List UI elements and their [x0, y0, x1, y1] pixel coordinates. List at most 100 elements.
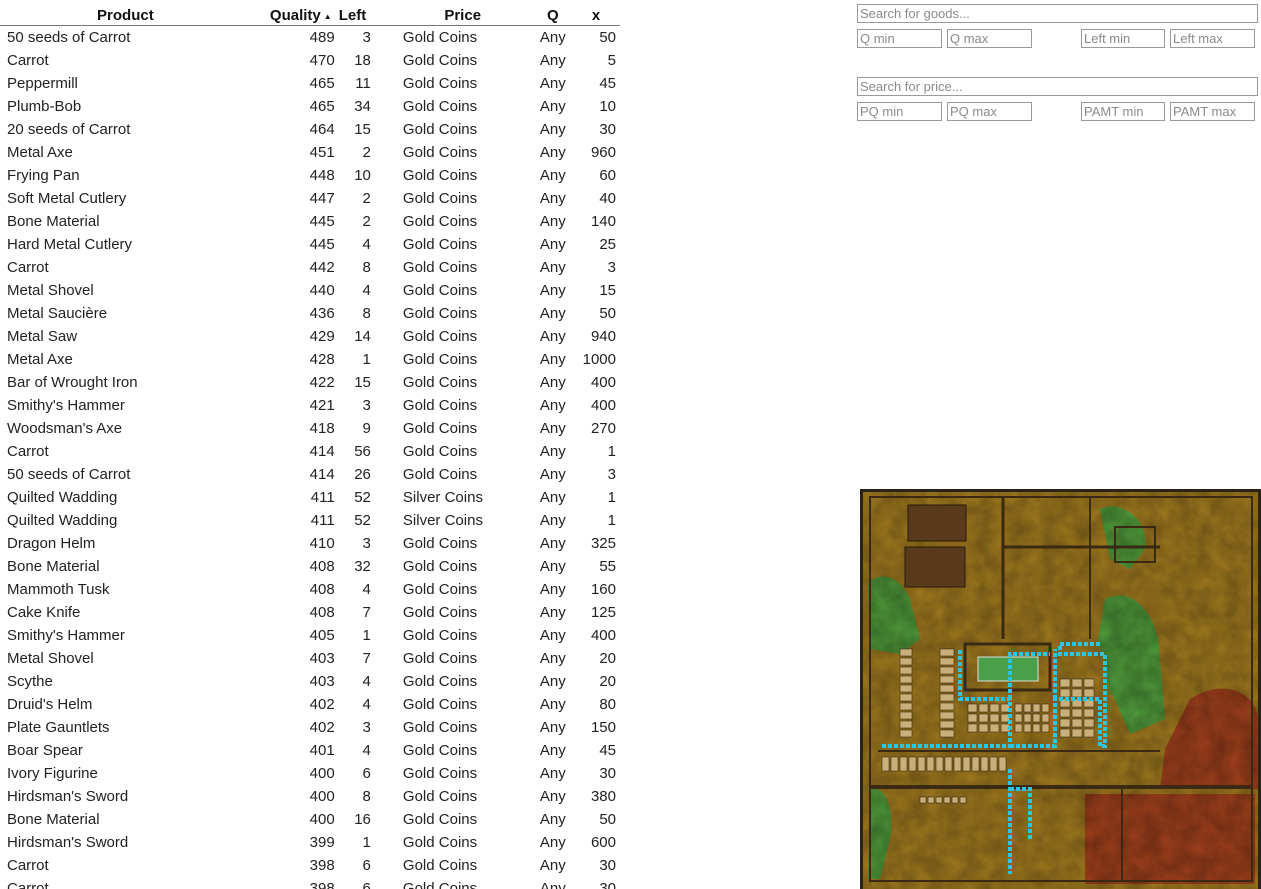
table-row[interactable]: Metal Axe 428 1 Gold Coins Any 1000	[0, 348, 620, 371]
cell-price-currency: Gold Coins	[402, 282, 478, 299]
table-row[interactable]: Quilted Wadding 411 52 Silver Coins Any 1	[0, 486, 620, 509]
cell-price-amount: 960	[590, 144, 616, 161]
table-row[interactable]: Hirdsman's Sword 400 8 Gold Coins Any 380	[0, 785, 620, 808]
table-row[interactable]: Carrot 414 56 Gold Coins Any 1	[0, 440, 620, 463]
price-quality-min-input[interactable]	[857, 102, 942, 121]
table-row[interactable]: Carrot 470 18 Gold Coins Any 5	[0, 49, 620, 72]
building-block	[1059, 718, 1071, 728]
table-row[interactable]: Bone Material 400 16 Gold Coins Any 50	[0, 808, 620, 831]
table-row[interactable]: Metal Shovel 403 7 Gold Coins Any 20	[0, 647, 620, 670]
cell-price-quality: Any	[539, 259, 566, 276]
goods-search-input[interactable]	[857, 4, 1258, 23]
table-row[interactable]: Boar Spear 401 4 Gold Coins Any 45	[0, 739, 620, 762]
column-header-product[interactable]: Product	[0, 0, 251, 26]
table-row[interactable]: Carrot 398 6 Gold Coins Any 30	[0, 854, 620, 877]
price-amount-min-input[interactable]	[1081, 102, 1165, 121]
table-row[interactable]: Hard Metal Cutlery 445 4 Gold Coins Any 25	[0, 233, 620, 256]
cell-price-quality: Any	[539, 144, 566, 161]
building-block	[899, 702, 913, 711]
table-row[interactable]: Plate Gauntlets 402 3 Gold Coins Any 150	[0, 716, 620, 739]
cell-quality: 445	[309, 213, 335, 230]
building-block	[989, 713, 1000, 723]
building-block	[962, 756, 971, 772]
table-row[interactable]: Metal Axe 451 2 Gold Coins Any 960	[0, 141, 620, 164]
cell-price-currency: Gold Coins	[402, 834, 478, 851]
building-block	[917, 756, 926, 772]
table-row[interactable]: Carrot 398 6 Gold Coins Any 30	[0, 877, 620, 889]
table-row[interactable]: Hirdsman's Sword 399 1 Gold Coins Any 600	[0, 831, 620, 854]
quality-min-input[interactable]	[857, 29, 942, 48]
building-block	[1083, 728, 1095, 738]
table-row[interactable]: Mammoth Tusk 408 4 Gold Coins Any 160	[0, 578, 620, 601]
table-row[interactable]: Bar of Wrought Iron 422 15 Gold Coins Any 400	[0, 371, 620, 394]
sort-ascending-icon: ▲	[323, 11, 332, 21]
cell-price-amount: 325	[590, 535, 616, 552]
cell-price-quality: Any	[539, 627, 566, 644]
left-max-input[interactable]	[1170, 29, 1255, 48]
cell-price-currency: Gold Coins	[402, 121, 478, 138]
table-row[interactable]: Smithy's Hammer 421 3 Gold Coins Any 400	[0, 394, 620, 417]
table-row[interactable]: Carrot 442 8 Gold Coins Any 3	[0, 256, 620, 279]
cell-left: 2	[362, 144, 371, 161]
column-header-quality-label: Quality	[269, 7, 321, 24]
cell-price-amount: 30	[599, 121, 616, 138]
building-block	[935, 756, 944, 772]
cell-left: 26	[354, 466, 371, 483]
cell-left: 4	[362, 581, 371, 598]
cell-product: Metal Axe	[7, 144, 73, 161]
building-block	[927, 796, 935, 804]
building-block	[939, 648, 955, 657]
column-header-price-quality[interactable]: Q	[533, 0, 572, 26]
cell-gap	[374, 26, 392, 50]
price-quality-max-input[interactable]	[947, 102, 1032, 121]
table-row[interactable]: Smithy's Hammer 405 1 Gold Coins Any 400	[0, 624, 620, 647]
cell-left: 32	[354, 558, 371, 575]
table-row[interactable]: Peppermill 465 11 Gold Coins Any 45	[0, 72, 620, 95]
table-row[interactable]: Metal Shovel 440 4 Gold Coins Any 15	[0, 279, 620, 302]
table-row[interactable]: Bone Material 408 32 Gold Coins Any 55	[0, 555, 620, 578]
table-row[interactable]: Metal Saucière 436 8 Gold Coins Any 50	[0, 302, 620, 325]
cell-price-amount: 50	[599, 29, 616, 46]
table-row[interactable]: 20 seeds of Carrot 464 15 Gold Coins Any 30	[0, 118, 620, 141]
table-row[interactable]: 50 seeds of Carrot 414 26 Gold Coins Any 3	[0, 463, 620, 486]
building-block	[978, 713, 989, 723]
cell-quality: 470	[309, 52, 335, 69]
cell-left: 8	[362, 788, 371, 805]
column-header-price[interactable]: Price	[392, 0, 534, 26]
table-row[interactable]: Woodsman's Axe 418 9 Gold Coins Any 270	[0, 417, 620, 440]
building-block	[939, 702, 955, 711]
table-row[interactable]: Plumb-Bob 465 34 Gold Coins Any 10	[0, 95, 620, 118]
cell-product: Carrot	[7, 857, 49, 874]
cell-product: Bone Material	[7, 811, 100, 828]
building-block	[967, 703, 978, 713]
table-row[interactable]: Frying Pan 448 10 Gold Coins Any 60	[0, 164, 620, 187]
cell-product: Plumb-Bob	[7, 98, 82, 115]
table-row[interactable]: Scythe 403 4 Gold Coins Any 20	[0, 670, 620, 693]
table-row[interactable]: 50 seeds of Carrot 489 3 Gold Coins Any 50	[0, 26, 620, 50]
cell-price-amount: 150	[590, 719, 616, 736]
table-row[interactable]: Quilted Wadding 411 52 Silver Coins Any 1	[0, 509, 620, 532]
settlement-map[interactable]	[860, 489, 1261, 889]
left-min-input[interactable]	[1081, 29, 1165, 48]
cell-quality: 451	[309, 144, 335, 161]
quality-max-input[interactable]	[947, 29, 1032, 48]
column-header-quality[interactable]: Quality ▲	[251, 0, 339, 26]
table-row[interactable]: Ivory Figurine 400 6 Gold Coins Any 30	[0, 762, 620, 785]
table-row[interactable]: Metal Saw 429 14 Gold Coins Any 940	[0, 325, 620, 348]
cell-gap	[374, 578, 392, 601]
cell-price-currency: Gold Coins	[402, 305, 478, 322]
table-row[interactable]: Soft Metal Cutlery 447 2 Gold Coins Any 40	[0, 187, 620, 210]
table-row[interactable]: Dragon Helm 410 3 Gold Coins Any 325	[0, 532, 620, 555]
column-header-left[interactable]: Left	[339, 0, 374, 26]
price-search-input[interactable]	[857, 77, 1258, 96]
price-amount-max-input[interactable]	[1170, 102, 1255, 121]
cell-left: 1	[362, 627, 371, 644]
column-header-price-amount[interactable]: x	[572, 0, 620, 26]
cell-left: 3	[362, 29, 371, 46]
cell-price-quality: Any	[539, 167, 566, 184]
building-block	[978, 703, 989, 713]
table-row[interactable]: Cake Knife 408 7 Gold Coins Any 125	[0, 601, 620, 624]
cell-price-amount: 400	[590, 397, 616, 414]
table-row[interactable]: Druid's Helm 402 4 Gold Coins Any 80	[0, 693, 620, 716]
table-row[interactable]: Bone Material 445 2 Gold Coins Any 140	[0, 210, 620, 233]
